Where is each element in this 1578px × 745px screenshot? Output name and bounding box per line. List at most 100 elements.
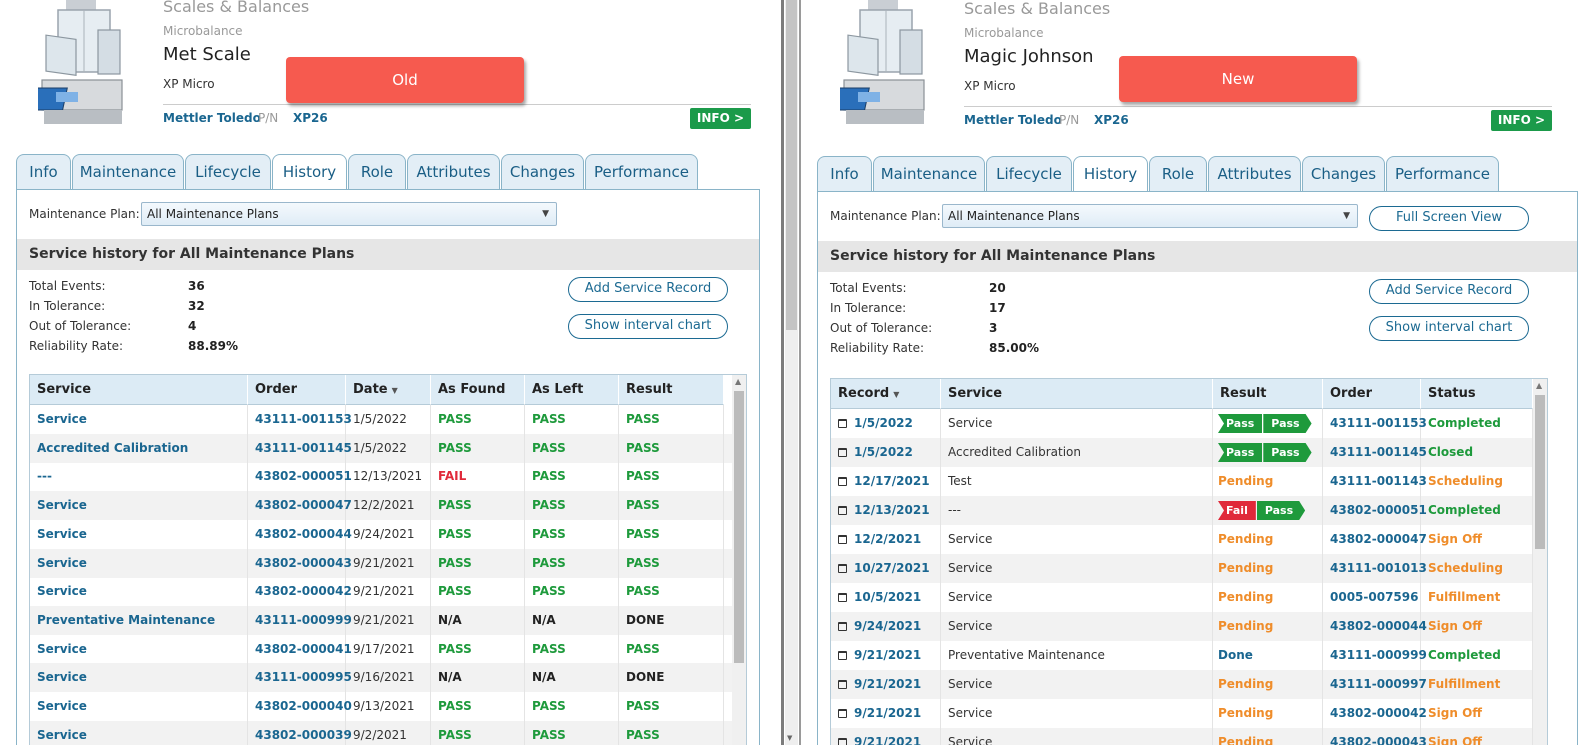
cell-order[interactable]: 43111-000995 — [248, 663, 352, 693]
cell-service[interactable]: Service — [30, 720, 248, 745]
cell-record[interactable]: 9/21/2021 — [831, 670, 941, 699]
add-service-record-button[interactable]: Add Service Record — [568, 277, 728, 302]
maintenance-plan-select[interactable]: All Maintenance Plans ▼ — [942, 204, 1358, 228]
scroll-down-arrow-icon[interactable]: ▼ — [787, 734, 792, 742]
table-row[interactable]: 10/27/2021 Service Pending 43111-001013 Sche… — [831, 554, 1533, 583]
table-row[interactable]: Service 43802-000040 9/13/2021 PASS PASS PASS — [30, 692, 732, 721]
cell-record[interactable]: 9/24/2021 — [831, 612, 941, 641]
cell-order[interactable]: 43111-001153 — [248, 405, 352, 434]
tab-maintenance[interactable]: Maintenance — [873, 156, 985, 192]
cell-record[interactable]: 9/21/2021 — [831, 641, 941, 670]
tab-changes[interactable]: Changes — [501, 154, 584, 190]
cell-record[interactable]: 12/17/2021 — [831, 467, 941, 496]
tab-maintenance[interactable]: Maintenance — [72, 154, 184, 190]
table-row[interactable]: 9/24/2021 Service Pending 43802-000044 Sign … — [831, 612, 1533, 641]
cell-service[interactable]: Service — [30, 519, 248, 549]
cell-order[interactable]: 0005-007596 — [1323, 583, 1421, 612]
pane-divider[interactable]: ▼ — [777, 0, 802, 745]
table-row[interactable]: Service 43802-000041 9/17/2021 PASS PASS PASS — [30, 634, 732, 664]
table-scrollbar[interactable]: ▲ — [1533, 379, 1547, 745]
cell-order[interactable]: 43802-000047 — [248, 491, 352, 521]
table-row[interactable]: Service 43111-001153 1/5/2022 PASS PASS PASS — [30, 405, 732, 434]
manufacturer-link[interactable]: Mettler Toledo — [163, 111, 261, 125]
table-row[interactable]: Service 43802-000043 9/21/2021 PASS PASS PASS — [30, 548, 732, 578]
column-header-found[interactable]: As Found — [431, 375, 525, 405]
column-header-record[interactable]: Record ▼ — [831, 379, 941, 409]
cell-service[interactable]: Preventative Maintenance — [30, 605, 248, 635]
table-scrollbar-thumb[interactable] — [1535, 395, 1545, 549]
cell-order[interactable]: 43802-000051 — [248, 462, 352, 492]
maintenance-plan-select[interactable]: All Maintenance Plans ▼ — [141, 202, 557, 226]
scroll-up-arrow-icon[interactable]: ▲ — [735, 377, 741, 386]
table-row[interactable]: Service 43111-000995 9/16/2021 N/A N/A DONE — [30, 663, 732, 693]
table-row[interactable]: 1/5/2022 Service Pass Pass 43111-001153 Compl… — [831, 409, 1533, 438]
cell-service[interactable]: Service — [30, 577, 248, 607]
chevron-down-icon[interactable]: ▼ — [542, 203, 549, 225]
table-row[interactable]: 10/5/2021 Service Pending 0005-007596 Fulfil… — [831, 583, 1533, 612]
table-row[interactable]: 9/21/2021 Service Pending 43802-000043 Sign … — [831, 728, 1533, 745]
cell-service[interactable]: Service — [30, 634, 248, 664]
column-header-service[interactable]: Service — [30, 375, 248, 405]
tab-history[interactable]: History — [272, 154, 347, 191]
record-date[interactable]: 1/5/2022 — [854, 445, 913, 459]
cell-order[interactable]: 43802-000044 — [1323, 612, 1427, 641]
record-date[interactable]: 12/17/2021 — [854, 474, 930, 488]
cell-order[interactable]: 43802-000043 — [1323, 728, 1427, 745]
tab-lifecycle[interactable]: Lifecycle — [986, 156, 1072, 192]
cell-record[interactable]: 10/5/2021 — [831, 583, 941, 612]
cell-order[interactable]: 43802-000044 — [248, 519, 352, 549]
cell-order[interactable]: 43111-001153 — [1323, 409, 1427, 438]
table-row[interactable]: Accredited Calibration 43111-001145 1/5/20… — [30, 433, 732, 463]
info-button[interactable]: INFO > — [689, 108, 751, 129]
table-row[interactable]: Service 43802-000047 12/2/2021 PASS PASS PASS — [30, 491, 732, 521]
table-row[interactable]: 9/21/2021 Service Pending 43111-000997 Fulfi… — [831, 670, 1533, 699]
record-date[interactable]: 9/21/2021 — [854, 706, 921, 720]
cell-record[interactable]: 12/13/2021 — [831, 496, 941, 525]
cell-service[interactable]: Accredited Calibration — [30, 433, 248, 463]
column-header-service[interactable]: Service — [941, 379, 1213, 409]
cell-record[interactable]: 10/27/2021 — [831, 554, 941, 583]
cell-service[interactable]: --- — [30, 462, 248, 492]
cell-order[interactable]: 43111-000999 — [1323, 641, 1427, 670]
table-scrollbar[interactable]: ▲ — [732, 375, 746, 745]
tab-info[interactable]: Info — [817, 156, 872, 192]
cell-record[interactable]: 12/2/2021 — [831, 525, 941, 554]
column-header-result[interactable]: Result — [1213, 379, 1323, 409]
tab-role[interactable]: Role — [348, 154, 406, 190]
cell-service[interactable]: Service — [30, 405, 248, 434]
table-row[interactable]: 1/5/2022 Accredited Calibration Pass Pass 43… — [831, 438, 1533, 467]
cell-service[interactable]: Service — [30, 663, 248, 693]
cell-order[interactable]: 43111-001145 — [1323, 438, 1427, 467]
tab-attributes[interactable]: Attributes — [1208, 156, 1301, 192]
version-tag-button[interactable]: New — [1119, 56, 1357, 102]
cell-order[interactable]: 43802-000043 — [248, 548, 352, 578]
column-header-status[interactable]: Status — [1421, 379, 1533, 409]
tab-info[interactable]: Info — [16, 154, 71, 190]
record-date[interactable]: 12/13/2021 — [854, 503, 930, 517]
table-row[interactable]: 9/21/2021 Service Pending 43802-000042 Sign … — [831, 699, 1533, 728]
cell-order[interactable]: 43111-000997 — [1323, 670, 1427, 699]
cell-service[interactable]: Service — [30, 491, 248, 521]
chevron-down-icon[interactable]: ▼ — [1343, 205, 1350, 227]
cell-order[interactable]: 43802-000039 — [248, 720, 352, 745]
table-row[interactable]: 12/13/2021 --- Fail Pass 43802-000051 Complet… — [831, 496, 1533, 525]
cell-order[interactable]: 43111-001143 — [1323, 467, 1427, 496]
table-row[interactable]: Service 43802-000042 9/21/2021 PASS PASS PASS — [30, 577, 732, 607]
table-row[interactable]: 12/2/2021 Service Pending 43802-000047 Sign … — [831, 525, 1533, 554]
column-header-order[interactable]: Order — [248, 375, 346, 405]
scroll-up-arrow-icon[interactable]: ▲ — [1536, 381, 1542, 390]
cell-order[interactable]: 43802-000047 — [1323, 525, 1427, 554]
add-service-record-button[interactable]: Add Service Record — [1369, 279, 1529, 304]
record-date[interactable]: 9/21/2021 — [854, 677, 921, 691]
cell-record[interactable]: 1/5/2022 — [831, 438, 941, 467]
tab-performance[interactable]: Performance — [585, 154, 698, 190]
cell-service[interactable]: Service — [30, 548, 248, 578]
table-row[interactable]: 9/21/2021 Preventative Maintenance Done 431… — [831, 641, 1533, 670]
column-header-order[interactable]: Order — [1323, 379, 1421, 409]
cell-record[interactable]: 9/21/2021 — [831, 699, 941, 728]
record-date[interactable]: 9/21/2021 — [854, 735, 921, 745]
manufacturer-link[interactable]: Mettler Toledo — [964, 113, 1062, 127]
table-row[interactable]: Service 43802-000039 9/2/2021 PASS PASS PASS — [30, 720, 732, 745]
record-date[interactable]: 10/27/2021 — [854, 561, 930, 575]
table-row[interactable]: 12/17/2021 Test Pending 43111-001143 Schedul… — [831, 467, 1533, 496]
